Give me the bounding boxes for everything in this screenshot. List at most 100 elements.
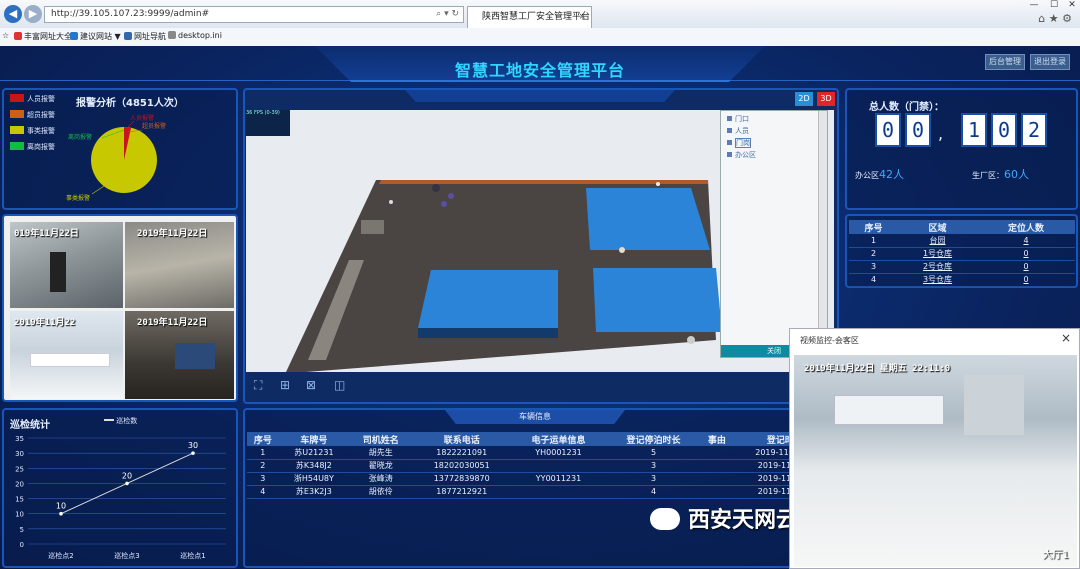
col-header: 定位人数 bbox=[977, 220, 1075, 234]
count-digit: 0 bbox=[875, 113, 901, 147]
table-row[interactable]: 1 台园 4 bbox=[849, 234, 1075, 248]
tab-title: 陕西智慧工厂安全管理平台 bbox=[482, 12, 591, 22]
fav-item-2[interactable]: 建议网站 ▼ bbox=[70, 31, 121, 42]
browser-chrome: ◀ ▶ http://39.105.107.23:9999/admin# ⌕ ▾… bbox=[0, 0, 1080, 46]
alarm-title: 报警分析（4851人次） bbox=[76, 98, 184, 109]
office-count: 办公区42人 bbox=[855, 168, 904, 181]
legend-item[interactable]: 离岗报警 bbox=[10, 142, 55, 153]
mode-3d-button[interactable]: 3D bbox=[817, 92, 835, 106]
zone-link: 2号仓库 bbox=[897, 260, 978, 274]
fav-item-3[interactable]: 网址导航 bbox=[124, 31, 166, 42]
fullscreen-icon[interactable]: ⛶ bbox=[254, 378, 262, 393]
popup-video[interactable]: 2019年11月22日 星期五 22:11:0 大厅1 bbox=[794, 355, 1077, 567]
legend-item[interactable]: 超员报警 bbox=[10, 110, 55, 121]
col-header: 电子运单信息 bbox=[510, 432, 607, 446]
alarm-legend: 人员报警 超员报警 事类报警 离岗报警 bbox=[10, 94, 55, 158]
data-label: 30 bbox=[188, 441, 198, 450]
x-tick-label: 巡检点3 bbox=[114, 551, 139, 560]
pie-label: 离岗报警 bbox=[68, 133, 92, 141]
legend-item[interactable]: 事类报警 bbox=[10, 126, 55, 137]
vehicle-title: 车辆信息 bbox=[445, 410, 625, 424]
logout-button[interactable]: 退出登录 bbox=[1030, 54, 1070, 70]
zone-link: 台园 bbox=[897, 234, 978, 248]
y-tick-label: 10 bbox=[15, 511, 24, 519]
alarm-pie-chart: 人员报警 超员报警 离岗报警 事类报警 bbox=[66, 114, 166, 202]
fav-item-4[interactable]: desktop.ini bbox=[168, 31, 222, 40]
vehicle-panel: 车辆信息 序号 车牌号 司机姓名 联系电话 电子运单信息 登记停泊时长 事由 登… bbox=[243, 408, 843, 568]
col-header: 司机姓名 bbox=[349, 432, 413, 446]
camera-timestamp: 2019年11月22 bbox=[14, 318, 76, 328]
browser-tab[interactable]: 陕西智慧工厂安全管理平台 × bbox=[467, 6, 592, 28]
y-tick-label: 25 bbox=[15, 465, 24, 473]
favorites-bar: ☆ 丰富网址大全 建议网站 ▼ 网址导航 desktop.ini bbox=[0, 28, 1080, 46]
fav-item-1[interactable]: 丰富网址大全 bbox=[14, 31, 72, 42]
pie-label: 事类报警 bbox=[66, 194, 90, 202]
count-separator: , bbox=[938, 124, 944, 143]
table-row[interactable]: 2 1号仓库 0 bbox=[849, 247, 1075, 261]
count-digit: 2 bbox=[1021, 113, 1047, 147]
y-tick-label: 30 bbox=[15, 450, 24, 458]
vehicle-table: 序号 车牌号 司机姓名 联系电话 电子运单信息 登记停泊时长 事由 登记时间 1… bbox=[247, 432, 837, 499]
title-bar: ◀ ▶ http://39.105.107.23:9999/admin# ⌕ ▾… bbox=[0, 0, 1080, 28]
zone-link: 3号仓库 bbox=[897, 273, 978, 287]
patrol-legend[interactable]: 巡检数 bbox=[104, 416, 137, 426]
x-tick-label: 巡检点1 bbox=[180, 551, 205, 560]
layer-item[interactable]: 门岗 bbox=[721, 137, 827, 149]
patrol-line-chart: 35 30 25 20 15 10 5 0 10 巡检点2 20 巡检点3 30 巡检点1 bbox=[15, 435, 226, 560]
camera-feed[interactable]: 2019年11月22日 bbox=[125, 311, 234, 399]
headcount-title: 总人数（门禁）： bbox=[869, 102, 944, 113]
admin-button[interactable]: 后台管理 bbox=[985, 54, 1025, 70]
camera-feed[interactable]: 2019年11月22 bbox=[10, 311, 123, 399]
y-tick-label: 35 bbox=[15, 435, 24, 443]
camera-feed[interactable]: 019年11月22日 bbox=[10, 222, 123, 308]
url-text: http://39.105.107.23:9999/admin# bbox=[51, 9, 210, 19]
y-tick-label: 0 bbox=[20, 541, 24, 549]
mode-2d-button[interactable]: 2D bbox=[795, 92, 813, 106]
col-header: 事由 bbox=[701, 432, 733, 446]
table-row[interactable]: 1 苏U21231 胡先生 1822221091 YH0001231 5 2019-11-0… bbox=[247, 446, 837, 460]
popup-close-icon[interactable]: × bbox=[1061, 331, 1071, 345]
popup-timestamp: 2019年11月22日 星期五 22:11:0 bbox=[804, 364, 951, 374]
zone-table: 序号 区域 定位人数 1 台园 4 2 1号仓库 0 3 2号仓库 0 4 3号仓库 0 bbox=[849, 220, 1075, 287]
grid-icon[interactable]: ⊞ bbox=[280, 378, 290, 392]
zone-link: 1号仓库 bbox=[897, 247, 978, 261]
favorites-star-icon[interactable]: ☆ bbox=[2, 31, 9, 40]
pie-label: 超员报警 bbox=[142, 122, 166, 130]
count-digit: 0 bbox=[905, 113, 931, 147]
table-row[interactable]: 4 3号仓库 0 bbox=[849, 273, 1075, 287]
search-refresh-icon[interactable]: ⌕ ▾ ↻ bbox=[436, 7, 459, 22]
patrol-title: 巡检统计 bbox=[10, 420, 50, 431]
popup-caption: 大厅1 bbox=[1042, 550, 1069, 561]
table-row[interactable]: 3 2号仓库 0 bbox=[849, 260, 1075, 274]
table-row[interactable]: 3 浙H54U8Y 张峰涛 13772839870 YY0011231 3 2019-11-… bbox=[247, 472, 837, 486]
col-header: 车牌号 bbox=[278, 432, 350, 446]
data-point[interactable] bbox=[191, 451, 195, 455]
viewer-toolbar: ⛶ ⊞ ⊠ ◫ bbox=[246, 373, 834, 398]
layout-icon[interactable]: ⊠ bbox=[306, 378, 316, 392]
close-tab-icon[interactable]: × bbox=[578, 7, 586, 27]
table-row[interactable]: 2 苏K348J2 翟晓龙 18202030051 3 2019-11-15 2 bbox=[247, 459, 837, 473]
x-tick-label: 巡检点2 bbox=[48, 551, 73, 560]
back-button[interactable]: ◀ bbox=[4, 5, 22, 23]
layer-item[interactable]: 人员 bbox=[721, 125, 827, 137]
data-point[interactable] bbox=[59, 511, 63, 516]
layer-scrollbar[interactable] bbox=[818, 111, 827, 347]
layer-item[interactable]: 办公区 bbox=[721, 149, 827, 161]
camera-timestamp: 2019年11月22日 bbox=[137, 229, 208, 239]
home-star-gear-icons[interactable]: ⌂ ★ ⚙ bbox=[1038, 12, 1072, 25]
forward-button[interactable]: ▶ bbox=[24, 5, 42, 23]
address-bar[interactable]: http://39.105.107.23:9999/admin# ⌕ ▾ ↻ bbox=[44, 6, 464, 23]
wechat-icon bbox=[650, 508, 680, 530]
video-popup: 视频监控-会客区 × 2019年11月22日 星期五 22:11:0 大厅1 bbox=[789, 328, 1080, 569]
alarm-panel: 报警分析（4851人次） 人员报警 超员报警 事类报警 离岗报警 人员报警 超员… bbox=[2, 88, 238, 210]
data-point[interactable] bbox=[125, 481, 129, 486]
camera-icon[interactable]: ◫ bbox=[334, 378, 345, 392]
legend-item[interactable]: 人员报警 bbox=[10, 94, 55, 105]
data-label: 10 bbox=[56, 502, 66, 511]
camera-feed[interactable]: 2019年11月22日 bbox=[125, 222, 234, 308]
zone-panel: 序号 区域 定位人数 1 台园 4 2 1号仓库 0 3 2号仓库 0 4 3号仓库 0 bbox=[845, 214, 1078, 288]
y-tick-label: 5 bbox=[20, 526, 24, 534]
camera-grid: 019年11月22日 2019年11月22日 2019年11月22 2019年1… bbox=[2, 214, 238, 402]
table-row[interactable]: 4 苏E3K2J3 胡依伶 1877212921 4 2019-11-15 2 bbox=[247, 485, 837, 499]
layer-item[interactable]: 门口 bbox=[721, 113, 827, 125]
